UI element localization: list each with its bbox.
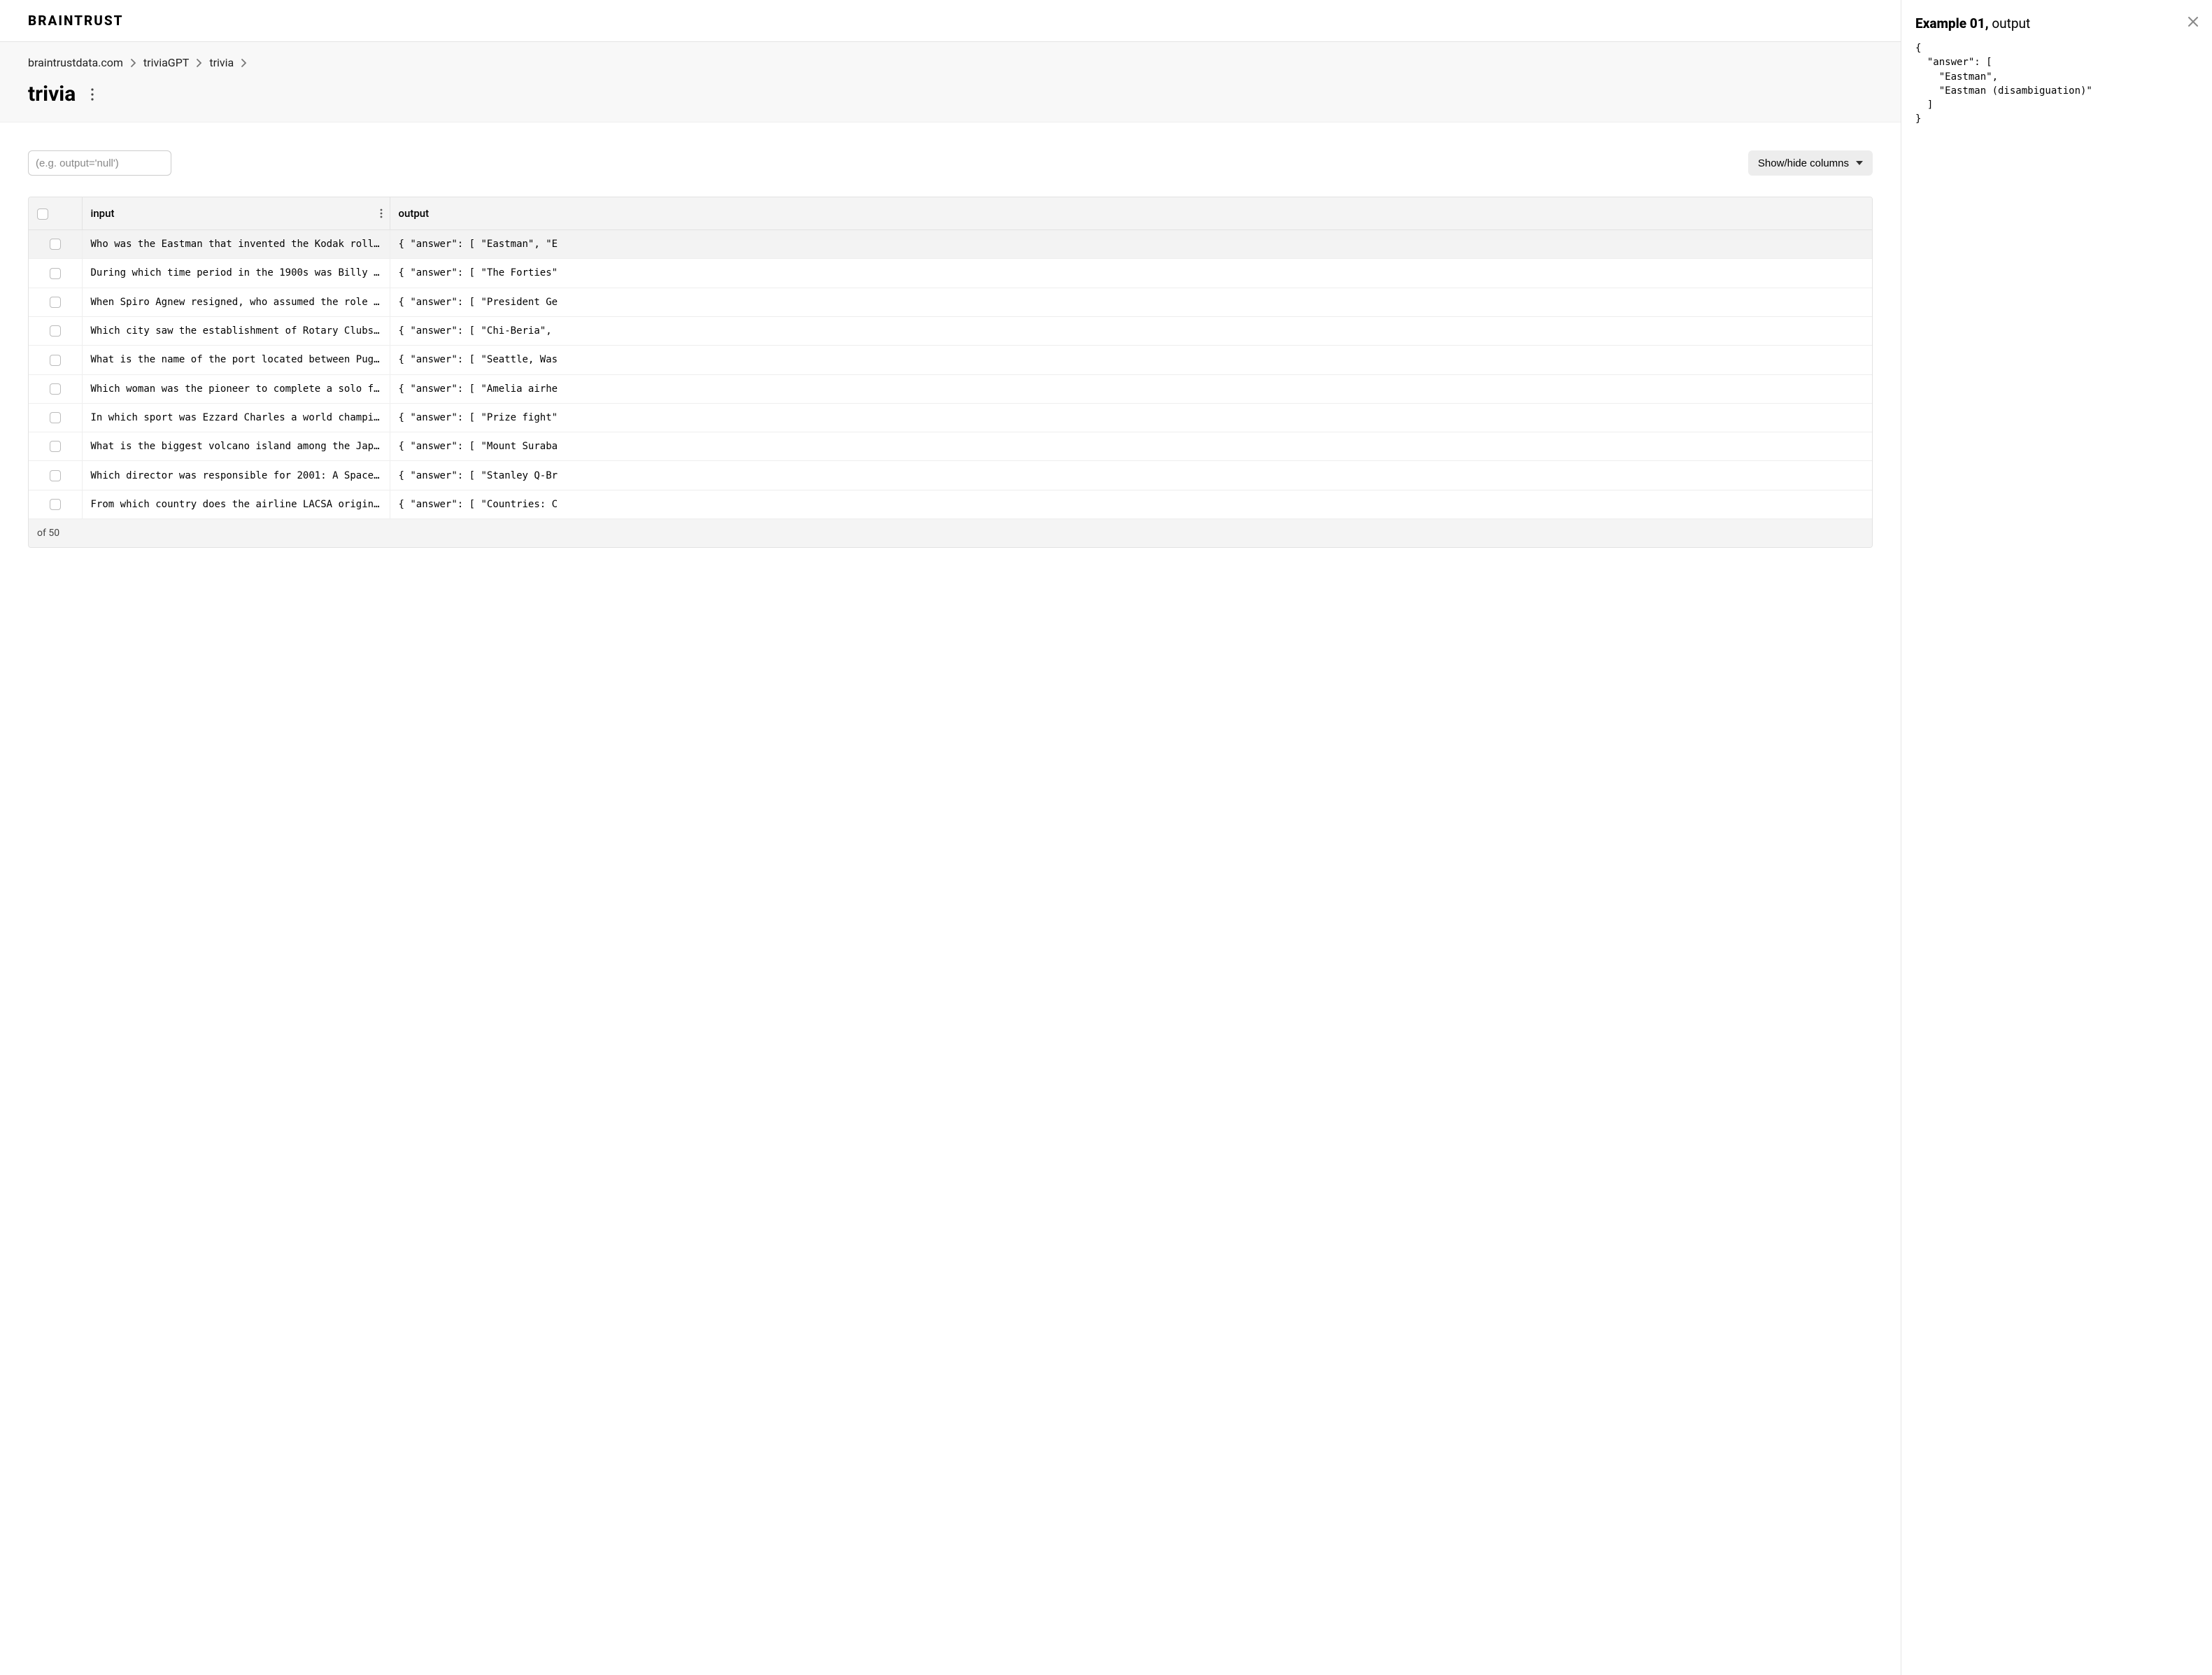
table-footer: of 50 [29, 519, 1872, 547]
search-input[interactable] [28, 150, 171, 176]
row-checkbox-cell [29, 316, 82, 345]
cell-input: Which director was responsible for 2001:… [82, 461, 390, 490]
row-checkbox-cell [29, 288, 82, 316]
column-header-output[interactable]: output [390, 197, 1872, 230]
cell-input: What is the name of the port located bet… [82, 346, 390, 374]
show-hide-columns-label: Show/hide columns [1758, 157, 1849, 169]
row-checkbox[interactable] [50, 412, 61, 423]
cell-output: { "answer": [ "President Ge [390, 288, 1872, 316]
panel-title: Example 01, output [1915, 15, 2198, 31]
cell-output: { "answer": [ "Eastman", "E [390, 230, 1872, 259]
row-checkbox-cell [29, 374, 82, 403]
row-checkbox-cell [29, 346, 82, 374]
row-checkbox-cell [29, 490, 82, 518]
caret-down-icon [1856, 161, 1863, 165]
close-button[interactable] [2187, 15, 2199, 28]
row-checkbox-cell [29, 259, 82, 288]
table-row[interactable]: Which woman was the pioneer to complete … [29, 374, 1872, 403]
breadcrumb-item[interactable]: trivia [209, 56, 234, 69]
column-header-input-label: input [91, 207, 115, 220]
row-checkbox[interactable] [50, 268, 61, 279]
brand-logo[interactable]: BRAINTRUST [28, 13, 1873, 29]
row-checkbox[interactable] [50, 441, 61, 452]
row-checkbox-cell [29, 461, 82, 490]
row-checkbox[interactable] [50, 470, 61, 481]
cell-input: During which time period in the 1900s wa… [82, 259, 390, 288]
page-title: trivia [28, 82, 76, 106]
table-row[interactable]: In which sport was Ezzard Charles a worl… [29, 403, 1872, 432]
row-checkbox[interactable] [50, 355, 61, 366]
panel-title-strong: Example 01, [1915, 15, 1989, 31]
row-checkbox[interactable] [50, 239, 61, 250]
cell-output: { "answer": [ "Countries: C [390, 490, 1872, 518]
table-row[interactable]: Who was the Eastman that invented the Ko… [29, 230, 1872, 259]
cell-input: In which sport was Ezzard Charles a worl… [82, 403, 390, 432]
select-all-checkbox[interactable] [37, 209, 48, 220]
show-hide-columns-button[interactable]: Show/hide columns [1748, 150, 1873, 176]
table-row[interactable]: What is the biggest volcano island among… [29, 432, 1872, 461]
cell-output: { "answer": [ "Mount Suraba [390, 432, 1872, 461]
cell-input: Which city saw the establishment of Rota… [82, 316, 390, 345]
row-checkbox[interactable] [50, 297, 61, 308]
cell-output: { "answer": [ "Prize fight" [390, 403, 1872, 432]
table-row[interactable]: Which city saw the establishment of Rota… [29, 316, 1872, 345]
detail-panel: Example 01, output { "answer": [ "Eastma… [1901, 0, 2212, 1675]
panel-title-rest: output [1989, 15, 2031, 31]
cell-input: Who was the Eastman that invented the Ko… [82, 230, 390, 259]
row-checkbox[interactable] [50, 383, 61, 395]
panel-body: { "answer": [ "Eastman", "Eastman (disam… [1915, 41, 2198, 127]
column-header-output-label: output [399, 207, 430, 220]
chevron-right-icon [241, 58, 247, 68]
cell-output: { "answer": [ "Stanley Q-Br [390, 461, 1872, 490]
cell-output: { "answer": [ "Amelia airhe [390, 374, 1872, 403]
row-checkbox[interactable] [50, 499, 61, 510]
table-row[interactable]: When Spiro Agnew resigned, who assumed t… [29, 288, 1872, 316]
page-menu-button[interactable] [88, 85, 97, 104]
cell-input: When Spiro Agnew resigned, who assumed t… [82, 288, 390, 316]
cell-output: { "answer": [ "Seattle, Was [390, 346, 1872, 374]
breadcrumb-item[interactable]: triviaGPT [143, 56, 189, 69]
table-row[interactable]: From which country does the airline LACS… [29, 490, 1872, 518]
column-menu-button[interactable] [380, 209, 383, 218]
data-table: input output Who was the Eastman that in… [28, 197, 1873, 548]
cell-output: { "answer": [ "The Forties" [390, 259, 1872, 288]
cell-output: { "answer": [ "Chi-Beria", [390, 316, 1872, 345]
breadcrumb: braintrustdata.com triviaGPT trivia [28, 56, 1873, 69]
row-checkbox-cell [29, 230, 82, 259]
cell-input: Which woman was the pioneer to complete … [82, 374, 390, 403]
column-header-checkbox [29, 197, 82, 230]
row-checkbox[interactable] [50, 325, 61, 337]
row-checkbox-cell [29, 432, 82, 461]
table-row[interactable]: Which director was responsible for 2001:… [29, 461, 1872, 490]
row-checkbox-cell [29, 403, 82, 432]
cell-input: From which country does the airline LACS… [82, 490, 390, 518]
cell-input: What is the biggest volcano island among… [82, 432, 390, 461]
table-row[interactable]: During which time period in the 1900s wa… [29, 259, 1872, 288]
table-row[interactable]: What is the name of the port located bet… [29, 346, 1872, 374]
breadcrumb-item[interactable]: braintrustdata.com [28, 56, 123, 69]
chevron-right-icon [196, 58, 202, 68]
column-header-input[interactable]: input [82, 197, 390, 230]
chevron-right-icon [130, 58, 136, 68]
